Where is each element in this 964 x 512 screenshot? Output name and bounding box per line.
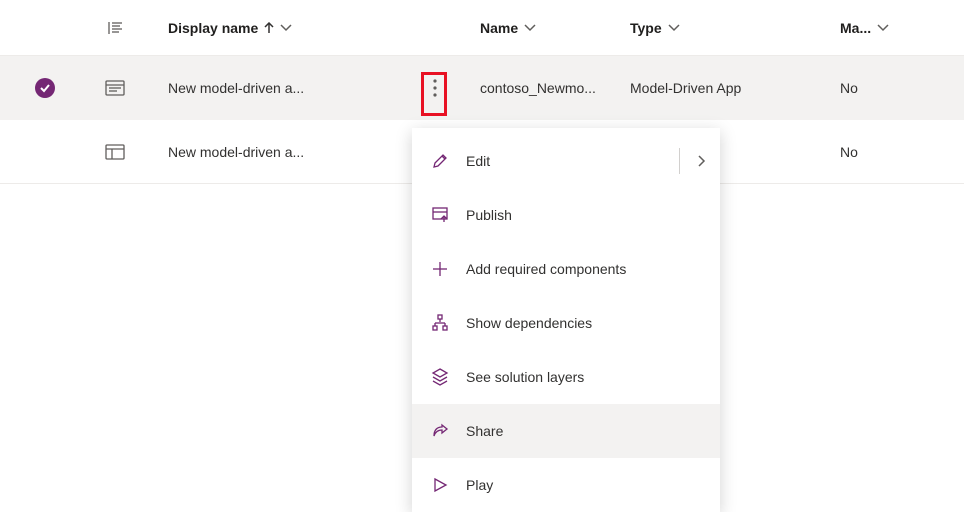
menu-label: Add required components [466, 261, 626, 277]
menu-item-publish[interactable]: Publish [412, 188, 720, 242]
column-label: Display name [168, 20, 258, 36]
cell-managed: No [840, 144, 858, 160]
column-label: Ma... [840, 20, 871, 36]
column-header-managed[interactable]: Ma... [830, 20, 964, 36]
menu-label: Edit [466, 153, 490, 169]
edit-pencil-icon [430, 151, 450, 171]
column-header-type[interactable]: Type [630, 20, 830, 36]
chevron-down-icon [524, 24, 536, 32]
menu-label: Show dependencies [466, 315, 592, 331]
table-header-row: Display name Name Type M [0, 0, 964, 56]
list-settings-icon [106, 19, 124, 37]
column-header-name[interactable]: Name [460, 20, 630, 36]
more-vertical-icon [433, 79, 437, 97]
app-type-icon [105, 80, 125, 96]
sort-asc-icon [264, 22, 274, 34]
menu-item-add-components[interactable]: Add required components [412, 242, 720, 296]
chevron-down-icon [877, 24, 889, 32]
cell-name: contoso_Newmo... [480, 80, 596, 96]
column-label: Type [630, 20, 662, 36]
chevron-down-icon [668, 24, 680, 32]
app-type-icon [105, 144, 125, 160]
menu-item-share[interactable]: Share [412, 404, 720, 458]
menu-item-solution-layers[interactable]: See solution layers [412, 350, 720, 404]
menu-label: See solution layers [466, 369, 584, 385]
share-icon [430, 421, 450, 441]
hierarchy-icon [430, 313, 450, 333]
row-selected-check-icon[interactable] [35, 78, 55, 98]
cell-type: Model-Driven App [630, 80, 741, 96]
menu-label: Play [466, 477, 493, 493]
menu-divider [679, 148, 680, 174]
row-context-menu: Edit Publish Add required components [412, 128, 720, 512]
menu-item-play[interactable]: Play [412, 458, 720, 512]
column-header-display-name[interactable]: Display name [140, 20, 410, 36]
cell-managed: No [840, 80, 858, 96]
menu-label: Publish [466, 207, 512, 223]
table-row[interactable]: New model-driven a... contoso_Newmo... M… [0, 56, 964, 120]
plus-icon [430, 259, 450, 279]
column-label: Name [480, 20, 518, 36]
layers-icon [430, 367, 450, 387]
menu-item-dependencies[interactable]: Show dependencies [412, 296, 720, 350]
menu-label: Share [466, 423, 503, 439]
cell-display-name: New model-driven a... [168, 80, 304, 96]
column-type-icon-header[interactable] [90, 19, 140, 37]
publish-icon [430, 205, 450, 225]
cell-display-name: New model-driven a... [168, 144, 304, 160]
chevron-right-icon [698, 155, 706, 167]
play-icon [430, 475, 450, 495]
row-more-actions-button[interactable] [422, 70, 448, 106]
chevron-down-icon [280, 24, 292, 32]
menu-item-edit[interactable]: Edit [412, 134, 720, 188]
